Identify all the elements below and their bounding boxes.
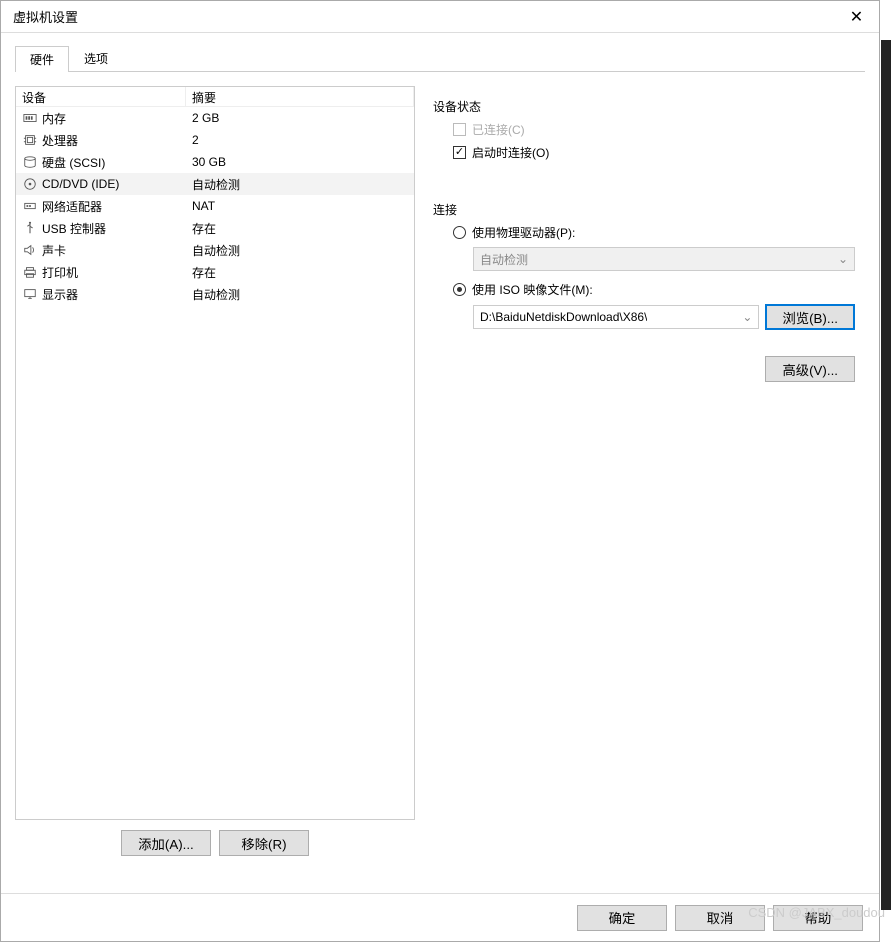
connected-checkbox: [453, 123, 466, 136]
device-name: 显示器: [42, 286, 78, 303]
sound-icon: [22, 242, 38, 258]
device-summary: 自动检测: [186, 176, 414, 193]
cpu-icon: [22, 132, 38, 148]
iso-path-input[interactable]: D:\BaiduNetdiskDownload\X86\ ⌄: [473, 305, 759, 329]
tab-strip: 硬件 选项: [15, 45, 865, 72]
connect-poweron-label: 启动时连接(O): [472, 144, 549, 161]
cd-icon: [22, 176, 38, 192]
status-legend: 设备状态: [433, 98, 855, 115]
tabs-container: 硬件 选项: [1, 33, 879, 72]
header-summary: 摘要: [186, 87, 414, 106]
advanced-row: 高级(V)...: [433, 356, 855, 382]
display-icon: [22, 286, 38, 302]
ok-button[interactable]: 确定: [577, 905, 667, 931]
device-row-usb[interactable]: USB 控制器 存在: [16, 217, 414, 239]
disk-icon: [22, 154, 38, 170]
right-panel: 设备状态 已连接(C) 启动时连接(O) 连接 使用物理驱动器(P):: [429, 86, 865, 856]
dialog-buttons: 确定 取消 帮助: [1, 893, 879, 941]
left-panel: 设备 摘要 内存 2 GB 处理器 2 硬盘 (SCSI) 30 GB CD/D…: [15, 86, 415, 856]
memory-icon: [22, 110, 38, 126]
device-list-buttons: 添加(A)... 移除(R): [15, 830, 415, 856]
advanced-button[interactable]: 高级(V)...: [765, 356, 855, 382]
device-status-group: 设备状态 已连接(C) 启动时连接(O): [433, 90, 855, 179]
device-name: 内存: [42, 110, 66, 127]
add-button[interactable]: 添加(A)...: [121, 830, 211, 856]
device-name: 打印机: [42, 264, 78, 281]
auto-detect-option: 自动检测: [480, 251, 528, 268]
tab-hardware[interactable]: 硬件: [15, 46, 69, 72]
background-strip: [881, 40, 891, 910]
connection-group: 连接 使用物理驱动器(P): 自动检测 ⌄ 使用 ISO 映像文件(M):: [433, 193, 855, 342]
device-row-cd[interactable]: CD/DVD (IDE) 自动检测: [16, 173, 414, 195]
header-device: 设备: [16, 87, 186, 106]
device-name: USB 控制器: [42, 220, 106, 237]
remove-button[interactable]: 移除(R): [219, 830, 309, 856]
connect-poweron-row[interactable]: 启动时连接(O): [453, 144, 855, 161]
iso-file-row[interactable]: 使用 ISO 映像文件(M):: [453, 281, 855, 298]
device-row-printer[interactable]: 打印机 存在: [16, 261, 414, 283]
iso-file-label: 使用 ISO 映像文件(M):: [472, 281, 593, 298]
connect-poweron-checkbox[interactable]: [453, 146, 466, 159]
device-summary: 2: [186, 133, 414, 147]
device-row-memory[interactable]: 内存 2 GB: [16, 107, 414, 129]
device-list-header: 设备 摘要: [16, 87, 414, 107]
connected-checkbox-row: 已连接(C): [453, 121, 855, 138]
device-name: 处理器: [42, 132, 78, 149]
physical-drive-row[interactable]: 使用物理驱动器(P):: [453, 224, 855, 241]
physical-drive-label: 使用物理驱动器(P):: [472, 224, 575, 241]
dialog-title: 虚拟机设置: [13, 7, 78, 26]
chevron-down-icon: ⌄: [838, 252, 848, 266]
device-row-sound[interactable]: 声卡 自动检测: [16, 239, 414, 261]
physical-drive-select: 自动检测 ⌄: [473, 247, 855, 271]
usb-icon: [22, 220, 38, 236]
content-area: 设备 摘要 内存 2 GB 处理器 2 硬盘 (SCSI) 30 GB CD/D…: [1, 72, 879, 870]
iso-file-radio[interactable]: [453, 283, 466, 296]
device-list: 设备 摘要 内存 2 GB 处理器 2 硬盘 (SCSI) 30 GB CD/D…: [15, 86, 415, 820]
close-icon: ✕: [850, 7, 863, 27]
printer-icon: [22, 264, 38, 280]
close-button[interactable]: ✕: [834, 1, 879, 33]
tab-options[interactable]: 选项: [69, 45, 123, 71]
device-name: 网络适配器: [42, 198, 102, 215]
device-summary: NAT: [186, 199, 414, 213]
device-summary: 自动检测: [186, 242, 414, 259]
vm-settings-dialog: 虚拟机设置 ✕ 硬件 选项 设备 摘要 内存 2 GB 处理器: [0, 0, 880, 942]
device-name: CD/DVD (IDE): [42, 177, 119, 191]
chevron-down-icon: ⌄: [742, 310, 752, 324]
cancel-button[interactable]: 取消: [675, 905, 765, 931]
iso-path-value: D:\BaiduNetdiskDownload\X86\: [480, 310, 647, 324]
physical-drive-radio[interactable]: [453, 226, 466, 239]
device-row-network[interactable]: 网络适配器 NAT: [16, 195, 414, 217]
browse-button[interactable]: 浏览(B)...: [765, 304, 855, 330]
device-name: 声卡: [42, 242, 66, 259]
device-row-disk[interactable]: 硬盘 (SCSI) 30 GB: [16, 151, 414, 173]
network-icon: [22, 198, 38, 214]
titlebar: 虚拟机设置 ✕: [1, 1, 879, 33]
device-summary: 存在: [186, 264, 414, 281]
help-button[interactable]: 帮助: [773, 905, 863, 931]
device-summary: 30 GB: [186, 155, 414, 169]
device-summary: 自动检测: [186, 286, 414, 303]
device-summary: 2 GB: [186, 111, 414, 125]
connection-legend: 连接: [433, 201, 855, 218]
device-row-display[interactable]: 显示器 自动检测: [16, 283, 414, 305]
device-name: 硬盘 (SCSI): [42, 154, 105, 171]
device-summary: 存在: [186, 220, 414, 237]
connected-label: 已连接(C): [472, 121, 525, 138]
device-row-cpu[interactable]: 处理器 2: [16, 129, 414, 151]
